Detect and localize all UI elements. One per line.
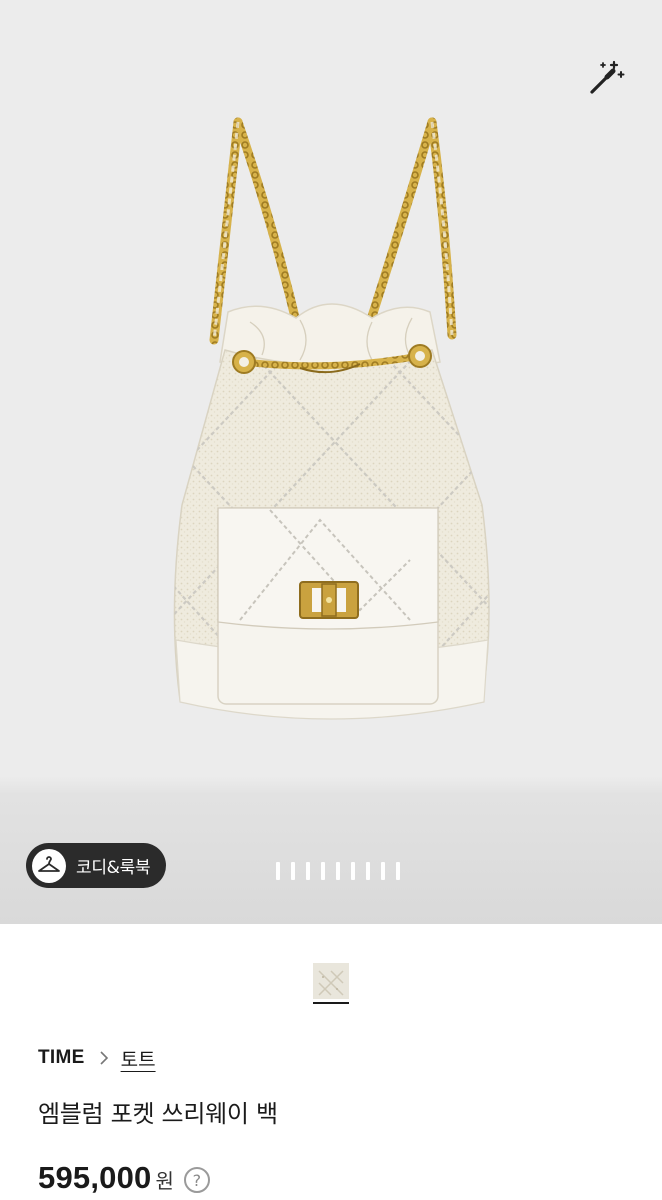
pager-indicator bbox=[336, 862, 340, 880]
pager-indicator bbox=[306, 862, 310, 880]
product-image-backpack bbox=[173, 117, 490, 720]
product-image-gallery[interactable]: 코디&룩북 bbox=[0, 0, 662, 924]
breadcrumb: TIME 토트 bbox=[38, 1044, 156, 1072]
brand-link[interactable]: TIME bbox=[38, 1047, 85, 1069]
pager-indicator bbox=[291, 862, 295, 880]
ai-style-button[interactable] bbox=[582, 56, 630, 100]
pager-indicator bbox=[396, 862, 400, 880]
chevron-right-icon bbox=[99, 1050, 109, 1066]
pager-indicator bbox=[351, 862, 355, 880]
pager-indicator bbox=[321, 862, 325, 880]
hanger-icon bbox=[32, 848, 66, 883]
lookbook-label: 코디&룩북 bbox=[76, 858, 151, 878]
question-icon[interactable]: ? bbox=[183, 1167, 210, 1193]
price-currency: 원 bbox=[155, 1169, 174, 1193]
product-title: 엠블럼 포켓 쓰리웨이 백 bbox=[38, 1100, 278, 1128]
pager-indicator bbox=[366, 862, 370, 880]
pager-indicator bbox=[381, 862, 385, 880]
magic-wand-icon bbox=[590, 60, 625, 94]
thumbnail-image[interactable] bbox=[313, 963, 349, 999]
pager-indicator bbox=[276, 862, 280, 880]
thumbnail-selected-indicator bbox=[313, 1002, 349, 1004]
price-value: 595,000 bbox=[38, 1160, 152, 1195]
price-row: 595,000 원 ? bbox=[38, 1160, 210, 1200]
image-pager bbox=[276, 862, 400, 880]
lookbook-button[interactable]: 코디&룩북 bbox=[26, 843, 167, 888]
category-link[interactable]: 토트 bbox=[121, 1045, 156, 1072]
